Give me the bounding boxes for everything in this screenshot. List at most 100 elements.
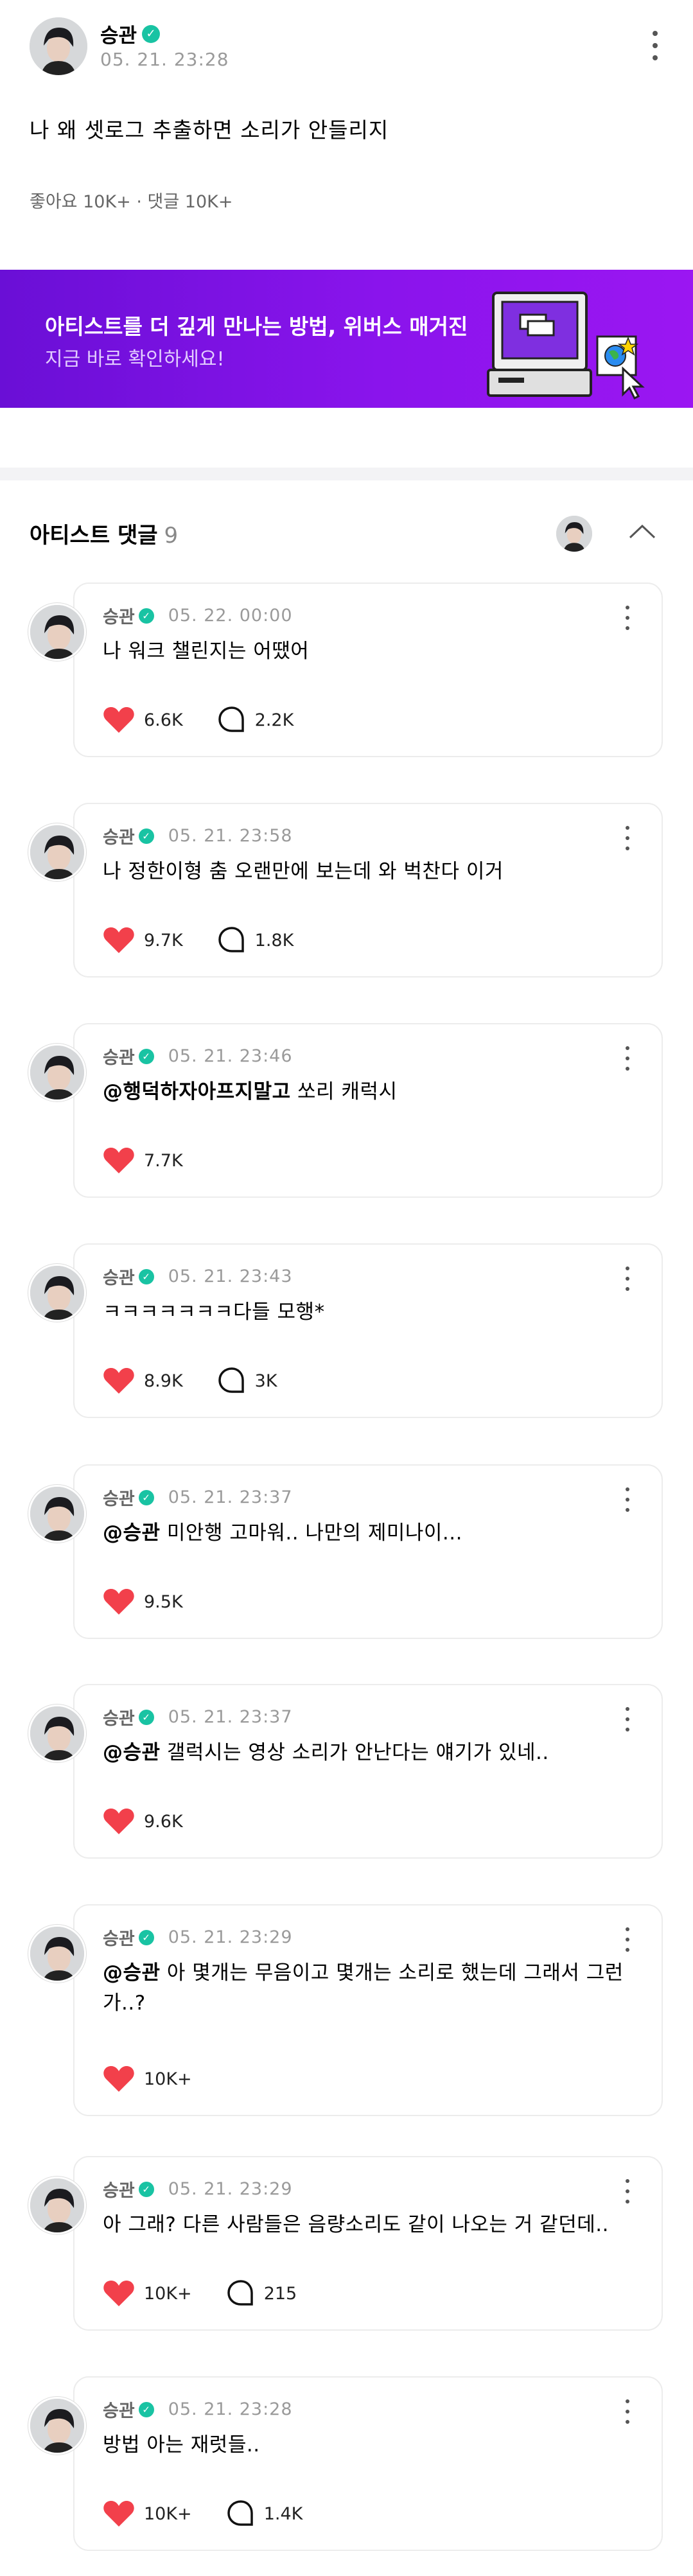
verified-icon: ✓	[138, 2181, 154, 2197]
comment-more-icon[interactable]	[622, 606, 633, 630]
comment-timestamp: 05. 21. 23:58	[168, 826, 293, 846]
comment-avatar[interactable]	[28, 1485, 86, 1543]
comment-author[interactable]: 승관	[103, 2397, 135, 2422]
like-button[interactable]: 9.7K	[103, 926, 183, 954]
comment-body: 쏘리 캐럭시	[290, 1080, 398, 1103]
comment-author[interactable]: 승관	[103, 1044, 135, 1069]
reply-button[interactable]: 3K	[218, 1367, 277, 1395]
comment-avatar[interactable]	[28, 2397, 86, 2455]
comment-item[interactable]: 승관 ✓ 05. 21. 23:37 @승관 미안행 고마워.. 나만의 제미나이..…	[0, 1464, 693, 1639]
comment-author[interactable]: 승관	[103, 1264, 135, 1289]
comment-more-icon[interactable]	[622, 826, 633, 850]
comment-meta: 승관 ✓ 05. 21. 23:29	[103, 2177, 293, 2202]
like-count: 9.6K	[144, 1811, 183, 1832]
comment-more-icon[interactable]	[622, 1046, 633, 1071]
like-button[interactable]: 9.5K	[103, 1588, 183, 1616]
reply-button[interactable]: 1.8K	[218, 926, 294, 954]
like-button[interactable]: 7.7K	[103, 1146, 183, 1175]
comment-author[interactable]: 승관	[103, 2177, 135, 2202]
like-button[interactable]: 10K+	[103, 2500, 192, 2528]
comment-mention[interactable]: @승관	[103, 1961, 161, 1985]
header-avatar[interactable]	[556, 516, 592, 552]
comment-meta: 승관 ✓ 05. 21. 23:37	[103, 1704, 293, 1730]
comment-item[interactable]: 승관 ✓ 05. 21. 23:46 @행덕하자아프지말고 쏘리 캐럭시 7.7K	[0, 1023, 693, 1198]
heart-icon	[103, 927, 134, 953]
like-button[interactable]: 8.9K	[103, 1367, 183, 1395]
comment-more-icon[interactable]	[622, 1487, 633, 1512]
comment-actions: 7.7K	[103, 1146, 218, 1175]
verified-icon: ✓	[138, 1489, 154, 1505]
comment-avatar[interactable]	[28, 1925, 86, 1983]
comment-more-icon[interactable]	[622, 1266, 633, 1291]
comment-avatar[interactable]	[28, 823, 86, 881]
comment-avatar[interactable]	[28, 2177, 86, 2234]
comment-card[interactable]: 승관 ✓ 05. 21. 23:43 ㅋㅋㅋㅋㅋㅋㅋ다들 모행* 8.9K 3K	[73, 1243, 663, 1418]
reply-button[interactable]: 215	[227, 2279, 297, 2308]
comment-avatar[interactable]	[28, 603, 86, 661]
comment-author[interactable]: 승관	[103, 1485, 135, 1510]
comment-more-icon[interactable]	[622, 2399, 633, 2424]
reply-button[interactable]: 1.4K	[227, 2500, 303, 2528]
verified-icon: ✓	[138, 2401, 154, 2417]
author-name[interactable]: 승관	[100, 19, 137, 48]
comment-avatar[interactable]	[28, 1264, 86, 1322]
comment-timestamp: 05. 21. 23:29	[168, 1927, 293, 1947]
comment-card[interactable]: 승관 ✓ 05. 21. 23:46 @행덕하자아프지말고 쏘리 캐럭시 7.7K	[73, 1023, 663, 1198]
comment-timestamp: 05. 21. 23:43	[168, 1266, 293, 1286]
comment-item[interactable]: 승관 ✓ 05. 21. 23:29 @승관 아 몇개는 무음이고 몇개는 소리로 했…	[0, 1904, 693, 2116]
comment-avatar[interactable]	[28, 1704, 86, 1762]
comment-item[interactable]: 승관 ✓ 05. 22. 00:00 나 워크 챌린지는 어땠어 6.6K 2.2K	[0, 583, 693, 757]
comment-card[interactable]: 승관 ✓ 05. 22. 00:00 나 워크 챌린지는 어땠어 6.6K 2.2K	[73, 583, 663, 757]
author-avatar[interactable]	[30, 17, 87, 75]
comment-meta: 승관 ✓ 05. 22. 00:00	[103, 603, 293, 628]
like-count: 8.9K	[144, 1371, 183, 1391]
comment-actions: 9.5K	[103, 1588, 218, 1616]
comment-mention[interactable]: @승관	[103, 1521, 161, 1545]
comment-avatar[interactable]	[28, 1044, 86, 1101]
comment-card[interactable]: 승관 ✓ 05. 21. 23:37 @승관 미안행 고마워.. 나만의 제미나이..…	[73, 1464, 663, 1639]
comment-item[interactable]: 승관 ✓ 05. 21. 23:58 나 정한이형 춤 오랜만에 보는데 와 벅찬다 …	[0, 803, 693, 977]
comment-author[interactable]: 승관	[103, 1704, 135, 1730]
comment-card[interactable]: 승관 ✓ 05. 21. 23:58 나 정한이형 춤 오랜만에 보는데 와 벅찬다 …	[73, 803, 663, 977]
comment-body: ㅋㅋㅋㅋㅋㅋㅋ다들 모행*	[103, 1301, 325, 1324]
comment-mention[interactable]: @행덕하자아프지말고	[103, 1080, 291, 1103]
comment-author[interactable]: 승관	[103, 603, 135, 628]
like-button[interactable]: 6.6K	[103, 706, 183, 734]
comment-more-icon[interactable]	[622, 2179, 633, 2204]
comment-text: 나 워크 챌린지는 어땠어	[103, 636, 642, 667]
reply-bubble-icon	[227, 2280, 253, 2306]
comment-actions: 10K+ 215	[103, 2279, 331, 2308]
banner-title: 아티스트를 더 깊게 만나는 방법, 위버스 매거진	[45, 314, 468, 339]
comment-item[interactable]: 승관 ✓ 05. 21. 23:37 @승관 갤럭시는 영상 소리가 안난다는 얘기가…	[0, 1684, 693, 1859]
like-button[interactable]: 9.6K	[103, 1807, 183, 1836]
comment-author[interactable]: 승관	[103, 1925, 135, 1950]
artist-comments-title: 아티스트 댓글 9	[30, 518, 178, 549]
comment-author[interactable]: 승관	[103, 823, 135, 848]
magazine-banner[interactable]: 아티스트를 더 깊게 만나는 방법, 위버스 매거진 지금 바로 확인하세요!	[0, 270, 693, 408]
comment-body: 나 워크 챌린지는 어땠어	[103, 640, 310, 663]
like-button[interactable]: 10K+	[103, 2279, 192, 2308]
comment-item[interactable]: 승관 ✓ 05. 21. 23:29 아 그래? 다른 사람들은 음량소리도 같이 나…	[0, 2156, 693, 2331]
comment-more-icon[interactable]	[622, 1707, 633, 1731]
comment-item[interactable]: 승관 ✓ 05. 21. 23:28 방법 아는 재럿들.. 10K+ 1.4K	[0, 2376, 693, 2551]
like-button[interactable]: 10K+	[103, 2065, 192, 2093]
comment-card[interactable]: 승관 ✓ 05. 21. 23:29 아 그래? 다른 사람들은 음량소리도 같이 나…	[73, 2156, 663, 2331]
comment-mention[interactable]: @승관	[103, 1741, 161, 1764]
comment-body: 나 정한이형 춤 오랜만에 보는데 와 벅찬다 이거	[103, 860, 504, 883]
verified-icon: ✓	[138, 1709, 154, 1725]
reply-bubble-icon	[227, 2500, 253, 2526]
comment-card[interactable]: 승관 ✓ 05. 21. 23:29 @승관 아 몇개는 무음이고 몇개는 소리로 했…	[73, 1904, 663, 2116]
more-options-icon[interactable]	[649, 31, 662, 60]
comment-actions: 6.6K 2.2K	[103, 706, 328, 734]
comment-more-icon[interactable]	[622, 1927, 633, 1952]
comment-meta: 승관 ✓ 05. 21. 23:58	[103, 823, 293, 848]
reply-button[interactable]: 2.2K	[218, 706, 294, 734]
comment-card[interactable]: 승관 ✓ 05. 21. 23:28 방법 아는 재럿들.. 10K+ 1.4K	[73, 2376, 663, 2551]
reply-count: 2.2K	[254, 710, 294, 730]
comment-text: 아 그래? 다른 사람들은 음량소리도 같이 나오는 거 같던데..	[103, 2210, 642, 2240]
comment-item[interactable]: 승관 ✓ 05. 21. 23:43 ㅋㅋㅋㅋㅋㅋㅋ다들 모행* 8.9K 3K	[0, 1243, 693, 1418]
chevron-up-icon[interactable]	[626, 522, 658, 541]
heart-icon	[103, 2501, 134, 2527]
verified-icon: ✓	[138, 1929, 154, 1945]
comment-card[interactable]: 승관 ✓ 05. 21. 23:37 @승관 갤럭시는 영상 소리가 안난다는 얘기가…	[73, 1684, 663, 1859]
